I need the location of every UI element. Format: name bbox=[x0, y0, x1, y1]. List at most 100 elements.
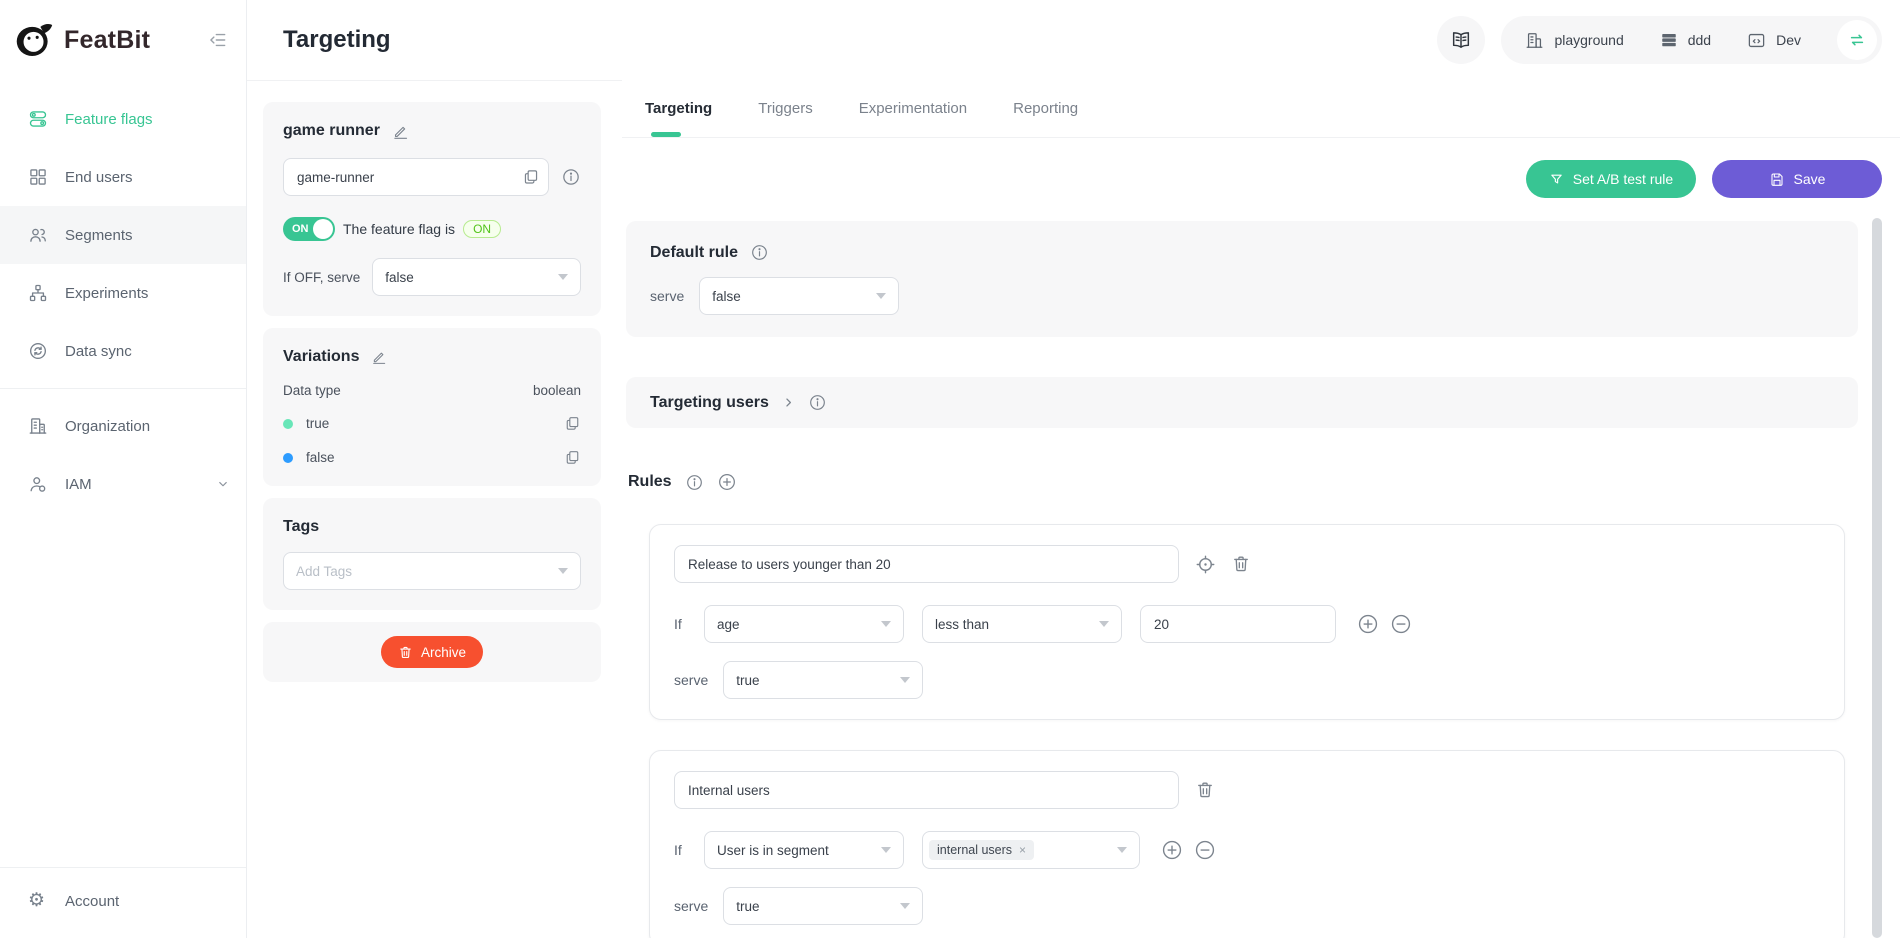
topbar-right: playground ddd bbox=[1437, 16, 1882, 64]
project-item[interactable]: playground bbox=[1525, 31, 1623, 50]
rules-title: Rules bbox=[628, 473, 672, 491]
add-tags-placeholder: Add Tags bbox=[296, 564, 352, 579]
sidebar-item-label: Segments bbox=[65, 227, 133, 244]
sidebar-menu: Feature flags End users bbox=[0, 80, 246, 513]
rule-property-value: User is in segment bbox=[717, 843, 829, 858]
sidebar-item-iam[interactable]: IAM bbox=[0, 455, 246, 513]
floppy-icon bbox=[1769, 171, 1785, 187]
save-button[interactable]: Save bbox=[1712, 160, 1882, 198]
rule-serve-select[interactable]: true bbox=[723, 887, 923, 925]
rule-operator-select[interactable]: less than bbox=[922, 605, 1122, 643]
project-name: playground bbox=[1554, 32, 1623, 48]
pencil-icon bbox=[392, 123, 409, 140]
rule-name-input[interactable] bbox=[674, 545, 1179, 583]
delete-rule-icon[interactable] bbox=[1231, 554, 1251, 574]
rules-header: Rules bbox=[628, 472, 1882, 492]
tab-triggers[interactable]: Triggers bbox=[758, 80, 812, 137]
caret-down-icon bbox=[881, 621, 891, 627]
remove-condition-icon[interactable] bbox=[1390, 613, 1412, 635]
rule-serve-select[interactable]: true bbox=[723, 661, 923, 699]
copy-flag-key-button[interactable] bbox=[522, 168, 540, 186]
sidebar-spacer bbox=[0, 513, 246, 867]
tab-experimentation[interactable]: Experimentation bbox=[859, 80, 967, 137]
rule-name-input[interactable] bbox=[674, 771, 1179, 809]
copy-variation-button[interactable] bbox=[564, 449, 581, 466]
edit-variations-button[interactable] bbox=[371, 349, 387, 365]
rule-property-select[interactable]: User is in segment bbox=[704, 831, 904, 869]
data-type-label: Data type bbox=[283, 383, 341, 398]
segment-chip-label: internal users bbox=[937, 843, 1012, 857]
sidebar-item-data-sync[interactable]: Data sync bbox=[0, 322, 246, 380]
rules-info-icon[interactable] bbox=[685, 473, 704, 492]
chip-remove-icon[interactable] bbox=[1019, 843, 1026, 857]
sidebar-item-experiments[interactable]: Experiments bbox=[0, 264, 246, 322]
target-rule-icon[interactable] bbox=[1195, 554, 1216, 575]
caret-down-icon bbox=[900, 903, 910, 909]
tags-card: Tags Add Tags bbox=[263, 498, 601, 610]
serve-label: serve bbox=[674, 672, 708, 688]
rule-serve-value: true bbox=[736, 899, 759, 914]
book-icon bbox=[1450, 29, 1472, 51]
default-rule-info-icon[interactable] bbox=[750, 243, 769, 262]
sidebar-collapse-icon[interactable] bbox=[208, 30, 228, 50]
sidebar-header: FeatBit bbox=[0, 0, 246, 80]
caret-down-icon bbox=[558, 274, 568, 280]
copy-variation-button[interactable] bbox=[564, 415, 581, 432]
caret-down-icon bbox=[1099, 621, 1109, 627]
sidebar-item-organization[interactable]: Organization bbox=[0, 397, 246, 455]
caret-down-icon bbox=[1117, 847, 1127, 853]
sidebar-item-label: IAM bbox=[65, 476, 92, 493]
add-condition-icon[interactable] bbox=[1161, 839, 1183, 861]
sidebar-item-end-users[interactable]: End users bbox=[0, 148, 246, 206]
if-label: If bbox=[674, 616, 686, 632]
sidebar-item-segments[interactable]: Segments bbox=[0, 206, 246, 264]
variation-row-true: true bbox=[283, 415, 581, 432]
remove-condition-icon[interactable] bbox=[1194, 839, 1216, 861]
flag-info-card: game runner bbox=[263, 102, 601, 316]
toggles-icon bbox=[28, 109, 48, 129]
add-tags-select[interactable]: Add Tags bbox=[283, 552, 581, 590]
tab-reporting[interactable]: Reporting bbox=[1013, 80, 1078, 137]
flag-panel: game runner bbox=[247, 80, 622, 938]
flag-key-input[interactable] bbox=[283, 158, 549, 196]
if-label: If bbox=[674, 842, 686, 858]
save-label: Save bbox=[1794, 171, 1826, 187]
caret-down-icon bbox=[876, 293, 886, 299]
caret-down-icon bbox=[881, 847, 891, 853]
delete-rule-icon[interactable] bbox=[1195, 780, 1215, 800]
chevron-down-icon[interactable] bbox=[216, 477, 230, 491]
variation-label: false bbox=[306, 450, 335, 465]
segment-multiselect[interactable]: internal users bbox=[922, 831, 1140, 869]
add-condition-icon[interactable] bbox=[1357, 613, 1379, 635]
switch-environment-button[interactable] bbox=[1837, 20, 1877, 60]
group-item[interactable]: ddd bbox=[1660, 31, 1711, 49]
targeting-users-info-icon[interactable] bbox=[808, 393, 827, 412]
building-icon bbox=[28, 416, 48, 436]
status-badge: ON bbox=[463, 220, 501, 238]
targeting-users-expand-icon[interactable] bbox=[781, 395, 796, 410]
vertical-scrollbar[interactable] bbox=[1872, 218, 1882, 938]
sidebar-item-feature-flags[interactable]: Feature flags bbox=[0, 90, 246, 148]
edit-flag-name-button[interactable] bbox=[392, 123, 409, 140]
add-rule-icon[interactable] bbox=[717, 472, 737, 492]
funnel-icon bbox=[1549, 172, 1564, 187]
flag-key-info-icon[interactable] bbox=[561, 167, 581, 187]
tab-targeting[interactable]: Targeting bbox=[645, 80, 712, 137]
feature-flag-toggle[interactable]: ON bbox=[283, 217, 335, 241]
variation-false-dot bbox=[283, 453, 293, 463]
sidebar-item-label: Experiments bbox=[65, 285, 148, 302]
rule-value-input[interactable] bbox=[1140, 605, 1336, 643]
docs-button[interactable] bbox=[1437, 16, 1485, 64]
tab-label: Experimentation bbox=[859, 100, 967, 117]
sidebar-item-account[interactable]: Account bbox=[0, 872, 246, 930]
env-item[interactable]: Dev bbox=[1747, 31, 1801, 50]
archive-button[interactable]: Archive bbox=[381, 636, 483, 668]
tags-title: Tags bbox=[283, 518, 319, 536]
copy-icon bbox=[564, 449, 581, 466]
default-rule-serve-select[interactable]: false bbox=[699, 277, 899, 315]
sync-icon bbox=[28, 341, 48, 361]
rule-property-select[interactable]: age bbox=[704, 605, 904, 643]
set-ab-test-rule-button[interactable]: Set A/B test rule bbox=[1526, 160, 1696, 198]
toggle-knob bbox=[313, 219, 333, 239]
if-off-serve-select[interactable]: false bbox=[372, 258, 581, 296]
